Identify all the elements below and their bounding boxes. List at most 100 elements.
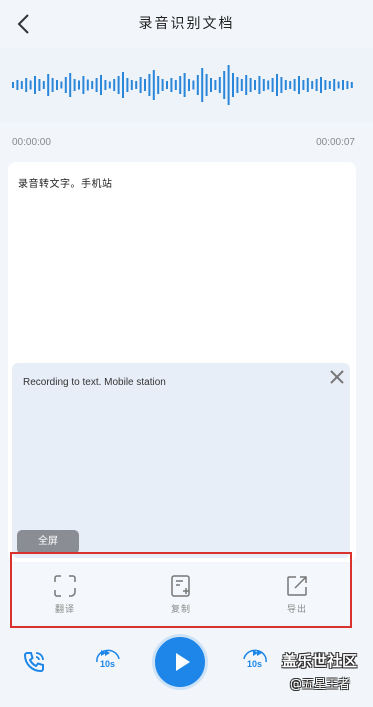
waveform-bar [262,79,265,91]
waveform-bar [108,81,111,89]
waveform-bar [205,74,208,96]
waveform-bar [104,80,107,90]
waveform-bar [113,79,116,91]
waveform-bar [249,78,252,92]
waveform-bar [324,80,327,90]
translation-text[interactable]: Recording to text. Mobile station [23,377,166,388]
translation-panel [12,363,350,558]
waveform-panel[interactable] [0,48,373,122]
waveform-bar [64,77,67,93]
waveform-bar [29,80,32,90]
waveform-bar [78,80,80,90]
waveform-bar [337,81,340,89]
waveform-bar [328,81,331,89]
waveform-bar [130,80,133,90]
waveform-bar [306,78,309,92]
waveform-bar [148,74,151,96]
waveform-bar [20,81,23,89]
waveform-bar [12,82,14,88]
waveform-bar [47,74,50,96]
waveform-bar [38,79,41,91]
phone-icon [23,652,44,673]
waveform-bar [82,76,85,94]
waveform-bar [100,75,102,95]
waveform-bar [342,80,344,90]
waveform-bar [267,80,270,90]
waveform-bar [69,73,72,97]
waveform-bar [51,78,54,92]
waveform-bar [346,81,349,89]
waveform-bar [42,81,45,89]
waveform-bar [210,78,212,92]
waveform-bar [86,79,89,91]
waveform-bar [302,80,305,90]
waveform-bar [320,77,322,93]
waveform-bar [315,79,318,91]
waveform-bar [284,80,287,90]
waveform-bar [161,79,164,91]
waveform-bar [188,79,190,91]
waveform-bar [350,82,353,88]
waveform-bar [16,80,19,90]
waveform-bar [289,81,292,89]
page-title: 录音识别文档 [138,16,235,32]
waveform-bar [117,76,120,94]
waveform-bar [240,79,243,91]
waveform-bar [280,77,283,93]
waveform-bar [135,81,138,89]
waveform-bar [258,76,261,94]
waveform-bar [170,78,173,92]
watermark-community: 盖乐世社区 [282,652,358,670]
waveform-bar [333,79,336,91]
waveform-bar [293,79,296,91]
rewind-label: 10s [100,659,116,669]
waveform-bar [201,68,204,102]
forward-label: 10s [247,659,263,669]
call-button[interactable] [22,650,46,674]
fullscreen-button[interactable]: 全屏 [17,530,79,554]
waveform-bar [95,78,98,92]
waveform-bar [276,74,278,96]
annotation-highlight-box [10,552,352,628]
play-button[interactable] [152,634,208,690]
time-end: 00:00:07 [316,137,355,148]
waveform-bar [223,71,226,99]
waveform-bar [25,78,28,92]
header: 录音识别文档 [0,0,373,48]
waveform-bar [227,65,230,105]
waveform-bar [179,76,182,94]
waveform-bar [245,75,248,95]
waveform-bar [122,72,124,98]
waveform-bar [152,70,155,100]
waveform-bar [91,81,94,89]
waveform-bar [196,75,199,95]
waveform-bar [73,79,76,91]
close-translation-button[interactable] [328,368,346,386]
waveform-bar [166,81,168,89]
waveform-bar [174,80,177,90]
forward-10s-button[interactable]: 10s [240,648,270,674]
play-icon [176,653,190,671]
rewind-10s-button[interactable]: 10s [93,648,123,674]
waveform-bar [56,80,58,90]
waveform-bar [298,76,300,94]
waveform-bar [311,81,314,89]
watermark-author: @五星王者 [290,677,351,691]
waveform-bar [126,78,129,92]
waveform-bar [232,73,234,97]
close-icon [330,370,344,384]
waveform-bar [218,77,221,93]
waveform-bar [60,81,63,89]
waveform [12,65,353,105]
time-start: 00:00:00 [12,137,51,148]
waveform-bar [139,77,142,93]
waveform-bar [236,77,239,93]
waveform-bar [271,78,274,92]
waveform-bar [183,73,186,97]
waveform-bar [214,80,217,90]
transcript-text[interactable]: 录音转文字。手机站 [18,175,113,190]
waveform-bar [192,80,195,90]
waveform-bar [254,80,256,90]
waveform-bar [34,76,36,94]
waveform-bar [157,76,160,94]
